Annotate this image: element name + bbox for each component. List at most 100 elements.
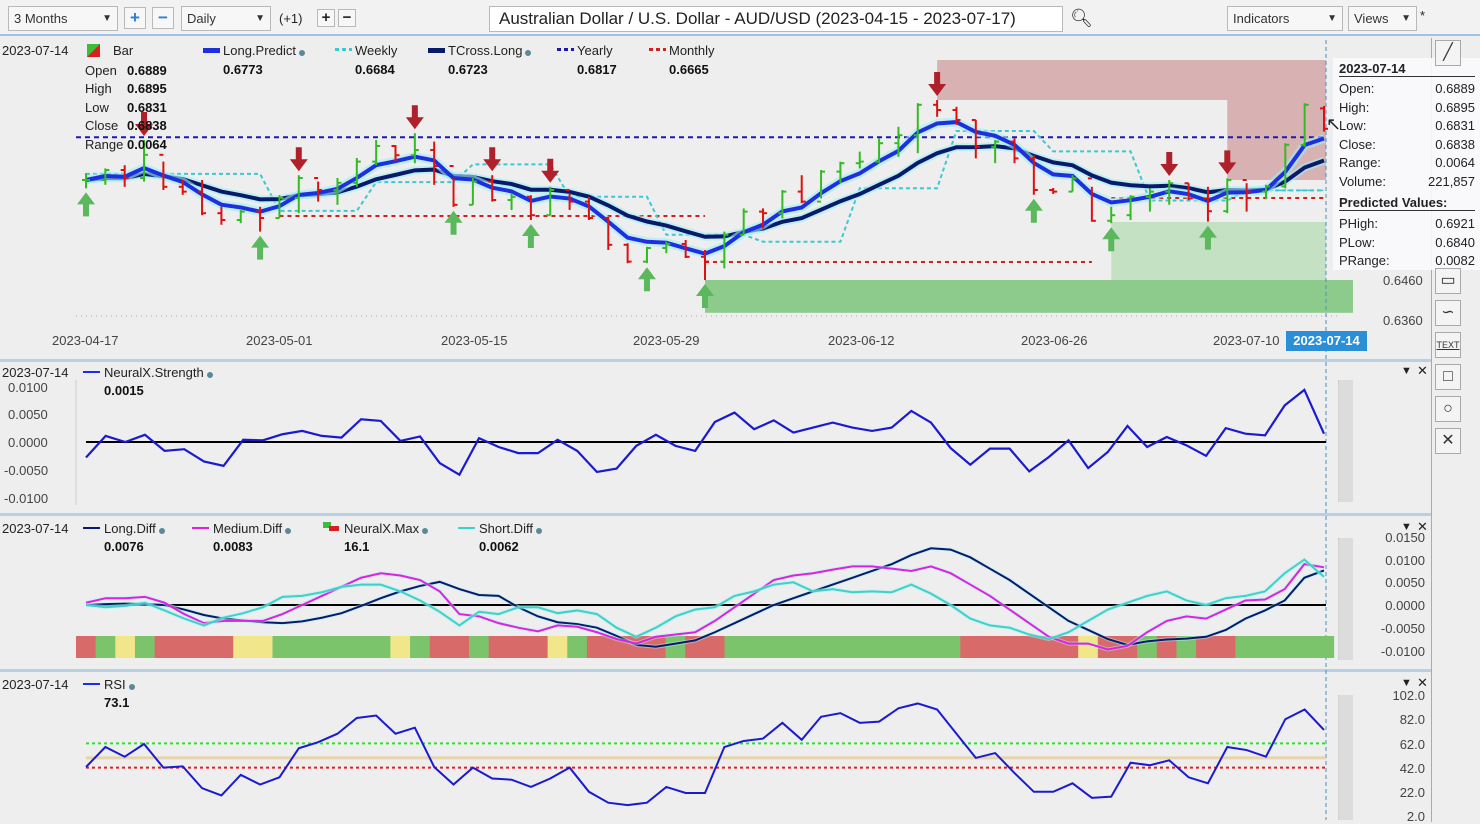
neuralx-max-cell bbox=[76, 636, 97, 658]
settings-dot-icon[interactable] bbox=[525, 50, 532, 56]
diff-axis-label: 0.0000 bbox=[1385, 598, 1425, 613]
neuralx-max-cell bbox=[1255, 636, 1276, 658]
legend-name: Monthly bbox=[669, 43, 715, 58]
neuralx-max-cell bbox=[154, 636, 175, 658]
rsi-name: RSI bbox=[104, 677, 135, 692]
strength-line-icon bbox=[83, 371, 100, 373]
diff-collapse-icon[interactable]: ▼ bbox=[1401, 521, 1412, 533]
neuralx-max-cell bbox=[95, 636, 116, 658]
settings-dot-icon[interactable] bbox=[422, 528, 429, 534]
legend-item[interactable]: Weekly bbox=[355, 43, 397, 58]
price-axis-label: 0.6360 bbox=[1383, 313, 1423, 328]
rectangle-tool-icon[interactable]: □ bbox=[1435, 364, 1461, 390]
ohlc-value: 0.6895 bbox=[127, 81, 167, 96]
tooltip-value: 0.6895 bbox=[1435, 99, 1475, 115]
legend-value: 0.0083 bbox=[213, 539, 253, 554]
strength-collapse-icon[interactable]: ▼ bbox=[1401, 365, 1412, 377]
ohlc-value: 0.6838 bbox=[127, 118, 167, 133]
strength-axis-label: 0.0100 bbox=[8, 380, 48, 395]
chart-canvas[interactable] bbox=[0, 0, 1480, 822]
neuralx-max-cell bbox=[351, 636, 372, 658]
rsi-collapse-icon[interactable]: ▼ bbox=[1401, 677, 1412, 689]
legend-value: 0.6817 bbox=[577, 62, 617, 77]
strength-name-text: NeuralX.Strength bbox=[104, 365, 204, 380]
ohlc-value: 0.6889 bbox=[127, 63, 167, 78]
diff-date: 2023-07-14 bbox=[2, 521, 69, 536]
tooltip-label: Open: bbox=[1339, 81, 1375, 96]
line-tool-icon[interactable]: ╱ bbox=[1435, 40, 1461, 66]
sell-arrow-icon bbox=[483, 147, 502, 172]
legend-line-icon bbox=[557, 48, 574, 51]
neuralx-max-cell bbox=[272, 636, 293, 658]
legend-name: Weekly bbox=[355, 43, 398, 58]
settings-dot-icon[interactable] bbox=[299, 50, 305, 56]
tooltip-row: Low: 0.6831 bbox=[1339, 118, 1475, 133]
rsi-close-icon[interactable]: ✕ bbox=[1417, 675, 1428, 691]
neuralx-max-cell bbox=[567, 636, 588, 658]
price-date: 2023-07-14 bbox=[2, 43, 69, 58]
settings-dot-icon[interactable] bbox=[128, 684, 135, 690]
strength-name: NeuralX.Strength bbox=[104, 365, 213, 380]
settings-dot-icon[interactable] bbox=[535, 528, 542, 534]
text-tool-button[interactable]: TEXT bbox=[1435, 332, 1461, 358]
tooltip-row: High: 0.6895 bbox=[1339, 100, 1475, 115]
legend-item[interactable]: Short.Diff bbox=[479, 521, 542, 536]
strength-axis-label: -0.0050 bbox=[4, 463, 49, 478]
tooltip-value: 221,857 bbox=[1428, 173, 1475, 189]
bar-type-icon bbox=[87, 44, 100, 57]
neuralx-max-cell bbox=[390, 636, 411, 658]
legend-name: NeuralX.Max bbox=[344, 521, 420, 536]
neuralx-max-cell bbox=[115, 636, 136, 658]
tooltip-value: 0.6831 bbox=[1435, 118, 1475, 133]
sell-arrow-icon bbox=[1160, 152, 1179, 176]
neuralx-max-cell bbox=[174, 636, 195, 658]
settings-dot-icon[interactable] bbox=[158, 528, 165, 534]
neuralx-max-cell bbox=[1019, 636, 1040, 658]
diff-axis-label: 0.0050 bbox=[1385, 575, 1425, 590]
strength-axis-label: -0.0100 bbox=[4, 491, 49, 506]
curve-tool-icon[interactable]: ∽ bbox=[1435, 300, 1461, 326]
tooltip-label: PRange: bbox=[1339, 253, 1390, 268]
sell-arrow-icon bbox=[289, 147, 308, 172]
legend-line-icon bbox=[335, 48, 352, 51]
legend-item[interactable]: Monthly bbox=[669, 43, 715, 58]
neuralx-max-cell bbox=[1314, 636, 1335, 658]
legend-item[interactable]: Long.Predict bbox=[223, 43, 305, 58]
legend-item[interactable]: TCross.Long bbox=[448, 43, 532, 58]
legend-line-icon bbox=[649, 48, 666, 51]
tooltip-value: 0.6840 bbox=[1435, 234, 1475, 250]
sell-arrow-icon bbox=[541, 158, 560, 183]
neuralx-max-cell bbox=[842, 636, 863, 658]
rsi-axis-label: 82.0 bbox=[1399, 712, 1425, 727]
tooltip-label: High: bbox=[1339, 99, 1370, 115]
settings-dot-icon[interactable] bbox=[285, 528, 292, 534]
neuralx-max-cell bbox=[469, 636, 490, 658]
legend-item[interactable]: Medium.Diff bbox=[213, 521, 292, 536]
legend-item[interactable]: Yearly bbox=[577, 43, 613, 58]
rsi-line-icon bbox=[83, 683, 100, 685]
ohlc-label: Close bbox=[85, 118, 119, 133]
legend-name: Short.Diff bbox=[479, 521, 533, 536]
neuralx-max-cell bbox=[744, 636, 765, 658]
x-axis-label: 2023-05-29 bbox=[633, 333, 700, 348]
neuralx-max-cell bbox=[803, 636, 824, 658]
x-axis-label: 2023-05-01 bbox=[246, 333, 313, 348]
neuralx-max-cell bbox=[134, 636, 156, 658]
legend-item[interactable]: NeuralX.Max bbox=[344, 521, 429, 536]
neuralx-max-cell bbox=[979, 636, 1001, 658]
strength-close-icon[interactable]: ✕ bbox=[1417, 363, 1428, 379]
callout-tool-icon[interactable]: ▭ bbox=[1435, 268, 1461, 294]
neuralx-max-cell bbox=[822, 636, 843, 658]
support-zone bbox=[1111, 222, 1326, 280]
settings-dot-icon[interactable] bbox=[206, 372, 213, 378]
ellipse-tool-icon[interactable]: ○ bbox=[1435, 396, 1461, 422]
neuralx-max-cell bbox=[488, 636, 509, 658]
diff-close-icon[interactable]: ✕ bbox=[1417, 519, 1428, 535]
diff-axis-label: 0.0100 bbox=[1385, 553, 1425, 568]
current-date-marker: 2023-07-14 bbox=[1286, 331, 1367, 351]
tooltip-value: 0.0064 bbox=[1435, 155, 1475, 170]
delete-tool-icon[interactable]: ✕ bbox=[1435, 428, 1461, 454]
neuralx-max-cell bbox=[193, 636, 215, 658]
legend-item[interactable]: Long.Diff bbox=[104, 521, 165, 536]
neuralx-max-cell bbox=[960, 636, 981, 658]
